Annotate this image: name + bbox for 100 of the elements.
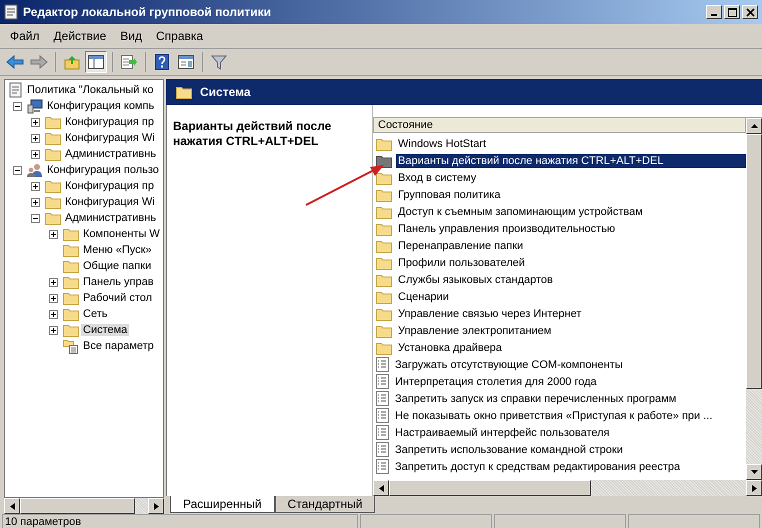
tree-item[interactable]: Сеть — [81, 308, 110, 320]
settings-list-icon — [63, 338, 79, 354]
collapse-icon[interactable] — [13, 102, 22, 110]
collapse-icon[interactable] — [31, 214, 40, 222]
column-header[interactable]: Состояние — [373, 118, 746, 133]
tree-item[interactable]: Конфигурация пр — [63, 180, 156, 192]
folder-icon — [376, 256, 392, 270]
tree-item[interactable]: Административнь — [63, 212, 158, 224]
tree-item[interactable]: Политика "Локальный ко — [25, 84, 156, 96]
folder-icon — [63, 243, 79, 257]
horizontal-scrollbar[interactable] — [373, 480, 762, 496]
folder-icon — [63, 275, 79, 289]
policy-item[interactable]: Не показывать окно приветствия «Приступая к работе» при ... — [393, 408, 746, 422]
panes-icon-button[interactable] — [85, 51, 107, 73]
expand-icon[interactable] — [49, 230, 58, 238]
forward-arrow-icon — [30, 55, 48, 69]
expand-icon[interactable] — [49, 294, 58, 302]
menu-item[interactable]: Вид — [114, 29, 148, 43]
folder-icon — [376, 222, 392, 236]
maximize-button[interactable] — [724, 5, 740, 19]
folder-icon — [45, 179, 61, 193]
close-button[interactable] — [742, 5, 758, 19]
expand-icon[interactable] — [49, 326, 58, 334]
tree-item[interactable]: Конфигурация Wi — [63, 196, 157, 208]
setting-document-icon — [376, 442, 389, 457]
tree-item[interactable]: Рабочий стол — [81, 292, 154, 304]
tree-item[interactable]: Меню «Пуск» — [81, 244, 154, 256]
policy-item[interactable]: Загружать отсутствующие COM-компоненты — [393, 358, 746, 372]
document-icon — [9, 82, 23, 98]
horizontal-scrollbar[interactable] — [4, 498, 164, 514]
policy-item[interactable]: Настраиваемый интерфейс пользователя — [393, 426, 746, 440]
policy-item[interactable]: Групповая политика — [396, 188, 746, 202]
policy-item[interactable]: Управление связью через Интернет — [396, 306, 746, 320]
menu-item[interactable]: Действие — [48, 29, 112, 43]
setting-document-icon — [376, 425, 389, 440]
folder-icon — [45, 131, 61, 145]
maximize-icon — [728, 8, 736, 16]
policy-item[interactable]: Сценарии — [396, 290, 746, 304]
setting-document-icon — [376, 459, 389, 474]
policy-item[interactable]: Варианты действий после нажатия CTRL+ALT+DEL — [396, 154, 746, 168]
policy-item[interactable]: Вход в систему — [396, 170, 746, 184]
tree-item[interactable]: Система — [81, 324, 130, 336]
expand-icon[interactable] — [31, 198, 40, 206]
view-tab[interactable]: Расширенный — [170, 496, 275, 513]
tree-item[interactable]: Конфигурация Wi — [63, 132, 157, 144]
menu-item[interactable]: Файл — [4, 29, 46, 43]
expand-icon[interactable] — [31, 118, 40, 126]
policy-item[interactable]: Запретить запуск из справки перечисленных программ — [393, 392, 746, 406]
minimize-button[interactable] — [706, 5, 722, 19]
policy-item[interactable]: Установка драйвера — [396, 340, 746, 354]
tree-item[interactable]: Общие папки — [81, 260, 154, 272]
expand-icon[interactable] — [49, 310, 58, 318]
policy-item[interactable]: Перенаправление папки — [396, 238, 746, 252]
folder-icon — [376, 340, 392, 354]
scroll-down-icon — [750, 470, 758, 474]
help-icon — [155, 54, 169, 70]
tree-item[interactable]: Конфигурация компь — [45, 100, 156, 112]
policy-item[interactable]: Доступ к съемным запоминающим устройствам — [396, 204, 746, 218]
users-icon — [27, 162, 43, 178]
scroll-left-icon — [10, 502, 14, 510]
policy-item[interactable]: Профили пользователей — [396, 256, 746, 270]
expand-icon[interactable] — [49, 278, 58, 286]
expand-icon[interactable] — [31, 150, 40, 158]
folder-up-icon — [64, 54, 80, 70]
scroll-right-icon — [752, 484, 756, 492]
tree-item[interactable]: Конфигурация пользо — [45, 164, 161, 176]
back-arrow-icon — [6, 55, 24, 69]
policy-item[interactable]: Интерпретация столетия для 2000 года — [393, 374, 746, 388]
collapse-icon[interactable] — [13, 166, 22, 174]
setting-title: Варианты действий после нажатия CTRL+ALT+DEL — [173, 119, 332, 149]
tree-item[interactable]: Конфигурация пр — [63, 116, 156, 128]
tree-item[interactable]: Все параметр — [81, 340, 156, 352]
tree-item[interactable]: Панель управ — [81, 276, 156, 288]
policy-item[interactable]: Управление электропитанием — [396, 324, 746, 338]
policy-item[interactable]: Панель управления производительностью — [396, 222, 746, 236]
computer-icon — [27, 98, 43, 114]
folder-icon — [63, 227, 79, 241]
policy-item[interactable]: Windows HotStart — [396, 136, 746, 150]
tree-item[interactable]: Административнь — [63, 148, 158, 160]
scroll-right-icon — [154, 502, 158, 510]
menu-item[interactable]: Справка — [150, 29, 210, 43]
setting-document-icon — [376, 391, 389, 406]
setting-document-icon — [376, 357, 389, 372]
setting-document-icon — [376, 374, 389, 389]
tree-item[interactable]: Компоненты W — [81, 228, 162, 240]
expand-icon[interactable] — [31, 182, 40, 190]
folder-icon — [376, 170, 392, 184]
filter-icon — [211, 54, 227, 70]
scroll-up-icon — [750, 124, 758, 128]
window-title: Редактор локальной групповой политики — [23, 5, 272, 19]
policy-item[interactable]: Запретить доступ к средствам редактирования реестра — [393, 460, 746, 474]
vertical-scrollbar[interactable] — [746, 118, 762, 480]
folder-icon — [45, 195, 61, 209]
policy-icon — [4, 4, 18, 20]
policy-item[interactable]: Запретить использование командной строки — [393, 442, 746, 456]
folder-icon — [376, 188, 392, 202]
view-tab[interactable]: Стандартный — [274, 496, 376, 513]
expand-icon[interactable] — [31, 134, 40, 142]
policy-item[interactable]: Службы языковых стандартов — [396, 272, 746, 286]
folder-icon — [376, 272, 392, 286]
